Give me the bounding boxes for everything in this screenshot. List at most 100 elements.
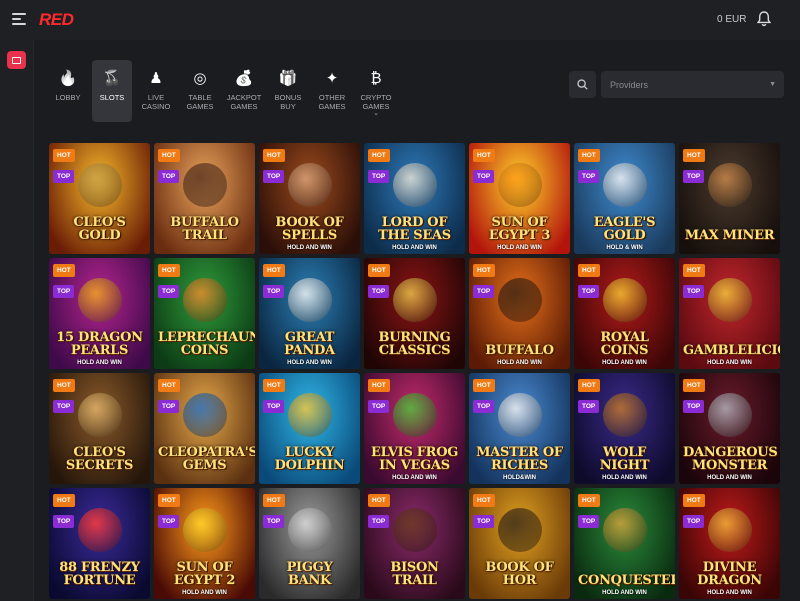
game-tile[interactable]: HOT TOP LEPRECHAUN'S COINS (154, 258, 255, 369)
category-lobby[interactable]: 🔥 LOBBY (46, 60, 90, 122)
top-badge: TOP (473, 400, 495, 413)
search-icon (577, 79, 588, 90)
game-character (602, 392, 647, 437)
top-badge: TOP (368, 515, 390, 528)
category-label: CRYPTO GAMES (360, 93, 392, 111)
game-tile[interactable]: HOT TOP BOOK OF SPELLS HOLD AND WIN (259, 143, 360, 254)
game-subtitle: HOLD AND WIN (392, 475, 437, 481)
game-tile[interactable]: HOT TOP GREAT PANDA HOLD AND WIN (259, 258, 360, 369)
category-label: OTHER GAMES (318, 93, 346, 111)
game-tile[interactable]: HOT TOP BUFFALO HOLD AND WIN (469, 258, 570, 369)
game-subtitle: HOLD AND WIN (602, 590, 647, 596)
top-badge: TOP (53, 400, 75, 413)
game-tile[interactable]: HOT TOP DIVINE DRAGON HOLD AND WIN (679, 488, 780, 599)
top-badge: TOP (263, 170, 285, 183)
brand-logo[interactable]: RED (39, 10, 74, 30)
game-character (287, 507, 332, 552)
game-subtitle: HOLD AND WIN (182, 590, 227, 596)
top-badge: TOP (578, 400, 600, 413)
hot-badge: HOT (578, 264, 600, 277)
category-table-games[interactable]: ◎ TABLE GAMES (178, 60, 222, 122)
hot-badge: HOT (158, 494, 180, 507)
game-character (497, 277, 542, 322)
game-tile[interactable]: HOT TOP CLEO'S GOLD (49, 143, 150, 254)
hot-badge: HOT (578, 494, 600, 507)
category-bonus-buy[interactable]: 🎁 BONUS BUY (266, 60, 310, 122)
game-tile[interactable]: HOT TOP MAX MINER (679, 143, 780, 254)
category-crypto-games[interactable]: ₿ CRYPTO GAMES ⌄ (354, 60, 398, 122)
game-tile[interactable]: HOT TOP PIGGY BANK (259, 488, 360, 599)
category-label: LIVE CASINO (141, 93, 171, 111)
game-title: PIGGY BANK (286, 560, 333, 588)
game-tile[interactable]: HOT TOP CLEOPATRA'S GEMS (154, 373, 255, 484)
game-tile[interactable]: HOT TOP SUN OF EGYPT 2 HOLD AND WIN (154, 488, 255, 599)
game-subtitle: HOLD AND WIN (392, 245, 437, 251)
hot-badge: HOT (368, 264, 390, 277)
hot-badge: HOT (473, 494, 495, 507)
game-tile[interactable]: HOT TOP BURNING CLASSICS (364, 258, 465, 369)
chevron-down-icon[interactable]: ⌄ (373, 110, 379, 117)
game-subtitle: HOLD AND WIN (602, 475, 647, 481)
wallet-button[interactable] (7, 51, 26, 69)
game-tile[interactable]: HOT TOP 88 FRENZY FORTUNE (49, 488, 150, 599)
game-tile[interactable]: HOT TOP BISON TRAIL (364, 488, 465, 599)
game-title: WOLF NIGHT (599, 445, 650, 473)
game-tile[interactable]: HOT TOP WOLF NIGHT HOLD AND WIN (574, 373, 675, 484)
game-title: 88 FRENZY FORTUNE (59, 560, 140, 588)
game-tile[interactable]: HOT TOP CLEO'S SECRETS (49, 373, 150, 484)
game-tile[interactable]: HOT TOP GAMBLELICIOUS HOLD AND WIN (679, 258, 780, 369)
game-tile[interactable]: HOT TOP EAGLE'S GOLD HOLD & WIN (574, 143, 675, 254)
top-badge: TOP (158, 170, 180, 183)
hot-badge: HOT (473, 149, 495, 162)
game-character (287, 392, 332, 437)
hot-badge: HOT (473, 264, 495, 277)
category-label: SLOTS (99, 93, 125, 102)
top-badge: TOP (53, 285, 75, 298)
game-character (497, 507, 542, 552)
game-title: LUCKY DOLPHIN (274, 445, 345, 473)
game-character (707, 392, 752, 437)
chevron-down-icon: ▼ (769, 81, 776, 88)
game-title: MAX MINER (684, 228, 775, 243)
game-title: GAMBLELICIOUS (683, 343, 780, 358)
game-tile[interactable]: HOT TOP 15 DRAGON PEARLS HOLD AND WIN (49, 258, 150, 369)
game-tile[interactable]: HOT TOP LUCKY DOLPHIN (259, 373, 360, 484)
flame-icon: 🔥 (58, 70, 78, 87)
top-badge: TOP (368, 170, 390, 183)
balance-display[interactable]: 0 EUR (717, 14, 746, 25)
game-tile[interactable]: HOT TOP DANGEROUS MONSTER HOLD AND WIN (679, 373, 780, 484)
category-slots[interactable]: 🍒 SLOTS (92, 60, 132, 122)
providers-placeholder: Providers (610, 79, 649, 90)
game-title: BUFFALO TRAIL (170, 215, 239, 243)
top-badge: TOP (53, 170, 75, 183)
hot-badge: HOT (683, 264, 705, 277)
game-title: SUN OF EGYPT 3 (488, 215, 551, 243)
game-tile[interactable]: HOT TOP ELVIS FROG IN VEGAS HOLD AND WIN (364, 373, 465, 484)
game-character (77, 162, 122, 207)
game-tile[interactable]: HOT TOP BOOK OF HOR (469, 488, 570, 599)
game-tile[interactable]: HOT TOP ROYAL COINS HOLD AND WIN (574, 258, 675, 369)
game-character (602, 277, 647, 322)
category-other-games[interactable]: ✦ OTHER GAMES (310, 60, 354, 122)
game-subtitle: HOLD & WIN (606, 245, 643, 251)
hot-badge: HOT (158, 379, 180, 392)
category-jackpot-games[interactable]: 💰 JACKPOT GAMES (222, 60, 266, 122)
hot-badge: HOT (53, 379, 75, 392)
hot-badge: HOT (683, 149, 705, 162)
game-tile[interactable]: HOT TOP BUFFALO TRAIL (154, 143, 255, 254)
top-badge: TOP (578, 170, 600, 183)
game-tile[interactable]: HOT TOP LORD OF THE SEAS HOLD AND WIN (364, 143, 465, 254)
game-character (77, 392, 122, 437)
roulette-icon: ◎ (193, 70, 207, 87)
game-title: SUN OF EGYPT 2 (173, 560, 236, 588)
game-tile[interactable]: HOT TOP MASTER OF RICHES HOLD&WIN (469, 373, 570, 484)
menu-icon[interactable] (12, 13, 26, 25)
category-live-casino[interactable]: ♟ LIVE CASINO (134, 60, 178, 122)
game-tile[interactable]: HOT TOP SUN OF EGYPT 3 HOLD AND WIN (469, 143, 570, 254)
search-button[interactable] (569, 71, 596, 98)
game-character (287, 277, 332, 322)
bell-icon[interactable] (757, 11, 771, 27)
providers-select[interactable]: Providers ▼ (601, 71, 784, 98)
game-subtitle: HOLD AND WIN (497, 360, 542, 366)
game-tile[interactable]: HOT TOP CONQUESTERA HOLD AND WIN (574, 488, 675, 599)
